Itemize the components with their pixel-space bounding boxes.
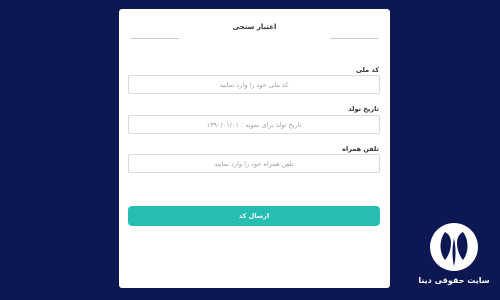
national-code-input[interactable] <box>128 75 380 94</box>
mobile-phone-input[interactable] <box>128 154 380 173</box>
birth-date-input[interactable] <box>128 115 380 134</box>
watermark-text: سایت حقوقی دینا <box>418 276 490 285</box>
send-code-button[interactable]: ارسال کد <box>128 206 380 226</box>
dina-logo-icon <box>430 223 478 271</box>
title-divider <box>119 35 390 47</box>
national-code-label: کد ملی <box>355 66 379 74</box>
form-title: اعتبار سنجی <box>232 23 277 31</box>
birth-date-label: تاریخ تولد <box>348 105 379 113</box>
validation-card: اعتبار سنجی کد ملی تاریخ تولد تلفن همراه… <box>119 9 390 288</box>
watermark-logo: سایت حقوقی دینا <box>418 218 490 294</box>
title-line-left <box>131 38 179 39</box>
mobile-phone-label: تلفن همراه <box>342 145 379 153</box>
title-line-right <box>330 38 378 39</box>
